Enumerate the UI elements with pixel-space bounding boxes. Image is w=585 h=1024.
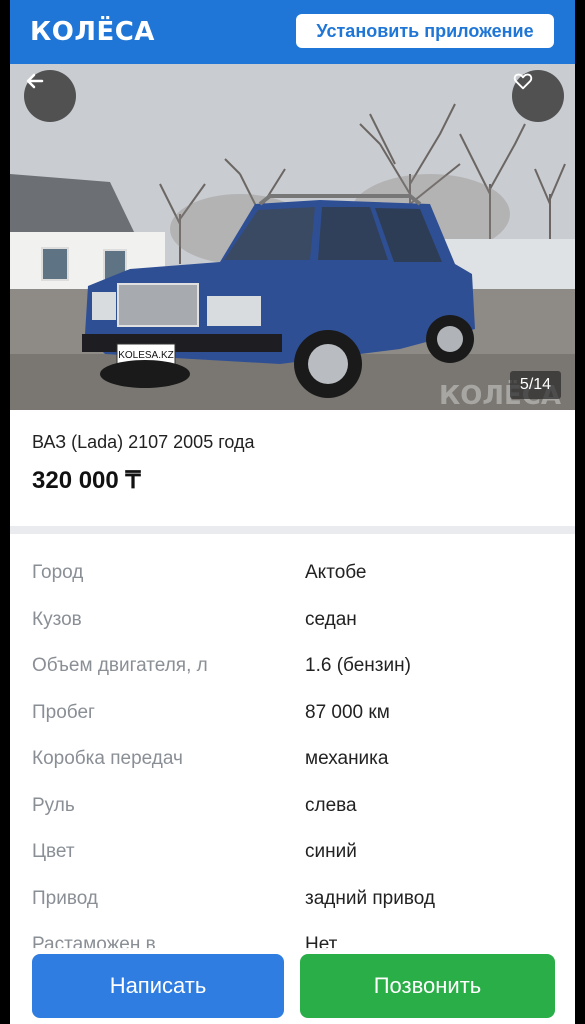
spec-row-mileage: Пробег 87 000 км [10,688,575,735]
back-button[interactable] [24,70,76,122]
call-button[interactable]: Позвонить [300,954,555,1018]
photo-counter: 5/14 [510,371,561,399]
top-header: КОЛЁСА Установить приложение [10,0,575,64]
logo[interactable]: КОЛЁСА [30,17,155,47]
listing-price: 320 000 ₸ [32,467,141,494]
spec-label: Руль [32,794,75,816]
heart-icon [513,73,533,90]
spec-value: синий [305,841,357,862]
spec-value: 1.6 (бензин) [305,655,411,676]
specs-list: Город Актобе Кузов седан Объем двигателя… [10,548,575,967]
spec-row-transmission: Коробка передач механика [10,734,575,781]
spec-label: Город [32,562,84,583]
spec-value: 87 000 км [305,701,390,723]
spec-value: слева [305,794,357,816]
listing-summary: ВАЗ (Lada) 2107 2005 года 320 000 ₸ [10,410,575,526]
spec-value: механика [305,748,389,769]
install-app-button[interactable]: Установить приложение [296,14,554,48]
bottom-action-bar: Написать Позвонить [10,948,575,1024]
license-plate: KOLESA.KZ [118,350,174,361]
spec-value: седан [305,608,357,630]
section-divider [10,526,575,534]
car-photo-illustration: KOLESA.KZ КОЛЁСА [10,64,575,410]
spec-label: Кузов [32,608,82,630]
spec-row-steering: Руль слева [10,781,575,828]
favorite-button[interactable] [512,70,564,122]
spec-label: Объем двигателя, л [32,655,208,676]
write-button[interactable]: Написать [32,954,284,1018]
car-photo[interactable]: KOLESA.KZ КОЛЁСА 5/14 [10,64,575,410]
listing-title: ВАЗ (Lada) 2107 2005 года [32,432,255,452]
spec-label: Цвет [32,841,75,862]
spec-label: Коробка передач [32,748,183,769]
arrow-left-icon [26,73,44,89]
spec-row-color: Цвет синий [10,827,575,874]
spec-label: Пробег [32,701,95,723]
spec-row-engine: Объем двигателя, л 1.6 (бензин) [10,641,575,688]
spec-row-drive: Привод задний привод [10,874,575,921]
spec-label: Привод [32,887,98,909]
spec-row-city: Город Актобе [10,548,575,595]
screen: КОЛЁСА Установить приложение KOLESA.KZ К… [10,0,575,1024]
spec-value: Актобе [305,562,367,583]
spec-value: задний привод [305,887,435,909]
spec-row-body: Кузов седан [10,595,575,642]
